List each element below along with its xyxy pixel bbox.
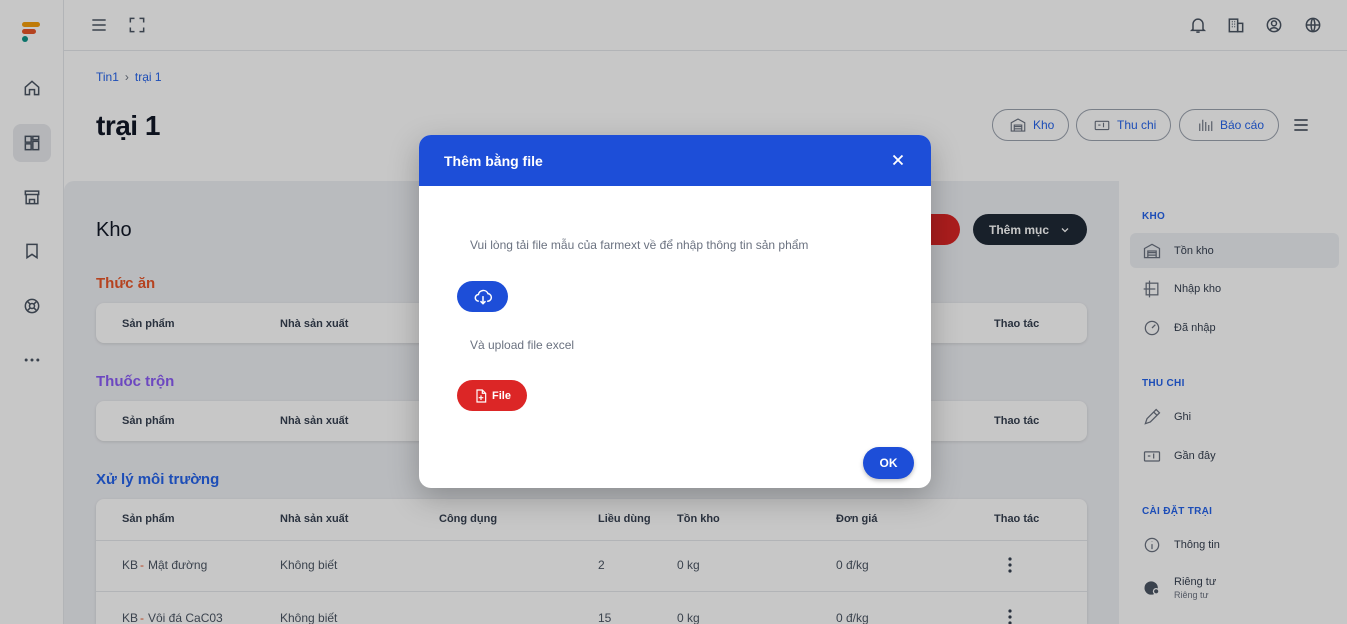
cloud-download-icon [474, 289, 492, 305]
dialog-upload-text: Và upload file excel [470, 338, 575, 352]
file-add-icon [476, 388, 487, 403]
upload-file-button[interactable]: File [457, 380, 527, 411]
dialog-title: Thêm bằng file [444, 153, 543, 169]
ok-button[interactable]: OK [863, 447, 914, 479]
import-file-dialog: Thêm bằng file Vui lòng tải file mẫu của… [419, 135, 931, 488]
download-template-button[interactable] [457, 281, 508, 312]
dialog-header: Thêm bằng file [419, 135, 931, 186]
dialog-instruction: Vui lòng tải file mẫu của farmext về để … [470, 238, 809, 252]
close-icon[interactable] [889, 151, 907, 169]
upload-file-label: File [492, 389, 511, 402]
